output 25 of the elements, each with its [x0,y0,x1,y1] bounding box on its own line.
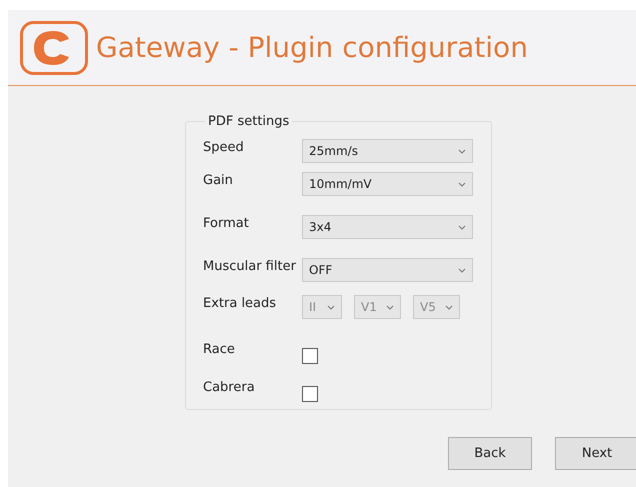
chevron-down-icon [445,304,453,310]
chevron-down-icon [458,224,466,230]
field-label: Extra leads [203,295,278,311]
chevron-down-icon [458,268,466,272]
field-label: Muscular filter [203,258,297,274]
back-button[interactable]: Back [448,437,532,470]
chevron-down-icon [458,148,466,154]
chevron-down-icon [327,304,335,310]
field-label: Speed [203,139,245,155]
logo-icon [20,20,88,74]
field-label: Format [203,215,250,231]
field-label: Gain [203,172,234,188]
next-button[interactable]: Next [555,437,636,470]
page-title: Gateway - Plugin configuration [96,31,528,64]
dropdown[interactable]: 3x4 [302,215,473,239]
dropdown[interactable]: 25mm/s [302,139,473,163]
dropdown[interactable]: OFF [302,258,473,282]
checkbox[interactable] [302,348,318,364]
chevron-down-icon [386,304,394,310]
dropdown[interactable]: 10mm/mV [302,172,473,196]
group-title: PDF settings [207,114,290,129]
chevron-down-icon [458,182,466,186]
field-label: Cabrera [203,379,256,395]
checkbox[interactable] [302,386,318,402]
field-label: Race [203,341,236,357]
